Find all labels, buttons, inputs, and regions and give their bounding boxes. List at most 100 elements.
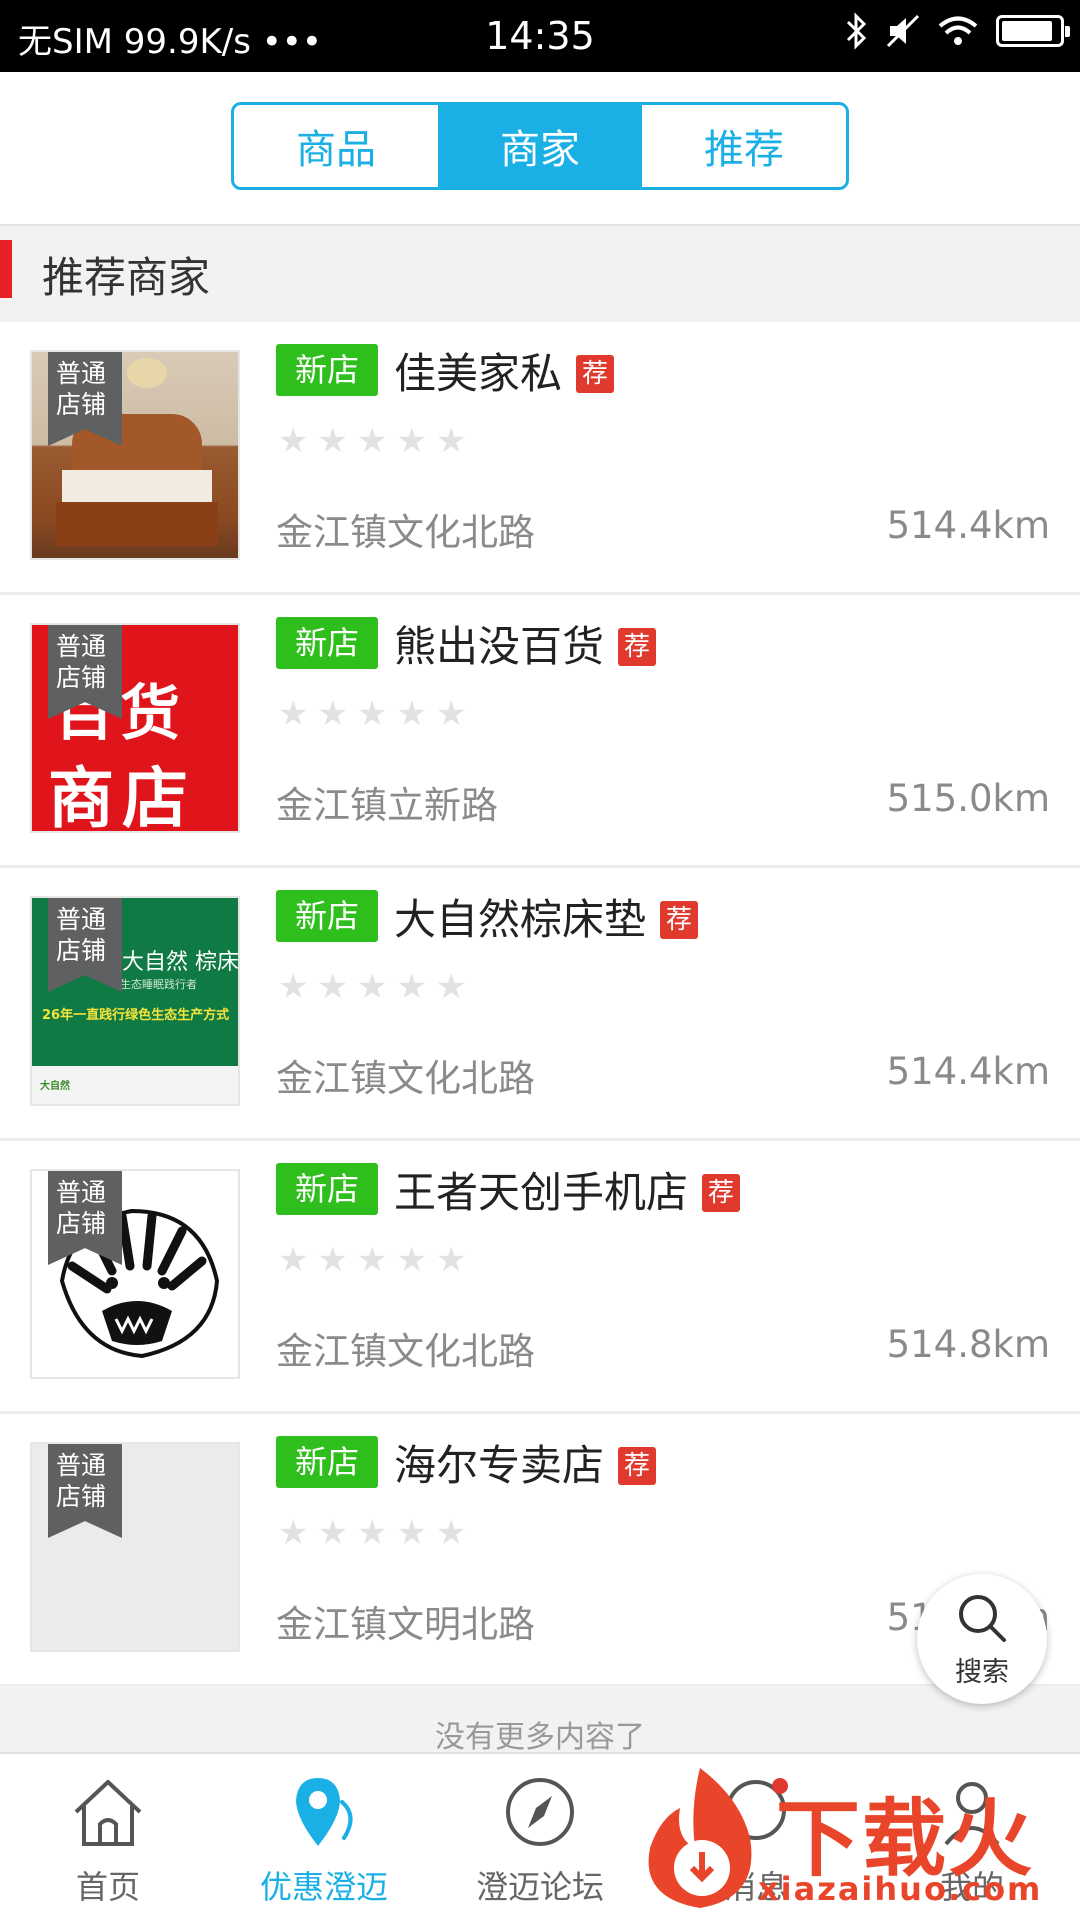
star-icon: ★ bbox=[317, 421, 348, 461]
store-item[interactable]: 普通 店铺 新店 王者天创手机店荐 ★ ★ ★ ★ ★ 金江镇文化北路 514.8km bbox=[0, 1141, 1080, 1414]
store-item[interactable]: 百货 商店 普通 店铺 新店 熊出没百货荐 ★★★★★ 金江镇立新路 515.0… bbox=[0, 595, 1080, 868]
store-name: 大自然棕床垫 bbox=[394, 895, 647, 944]
store-name-row: 熊出没百货荐 bbox=[394, 613, 657, 674]
star-icon: ★ bbox=[435, 1240, 467, 1280]
rating-stars: ★ ★ ★ ★ ★ bbox=[278, 1243, 466, 1277]
tab-goods[interactable]: 商品 bbox=[234, 105, 438, 187]
store-name: 熊出没百货 bbox=[394, 622, 605, 671]
mute-icon bbox=[886, 14, 920, 48]
store-name: 海尔专卖店 bbox=[394, 1441, 605, 1490]
home-icon bbox=[74, 1780, 142, 1846]
bottom-nav: 首页 优惠澄迈 澄迈论坛 消息 我的 bbox=[0, 1752, 1080, 1920]
ribbon-text: 店铺 bbox=[56, 936, 107, 965]
store-address: 金江镇文化北路 bbox=[276, 1057, 535, 1100]
search-icon bbox=[959, 1595, 1006, 1642]
star-icon: ★ bbox=[317, 967, 348, 1007]
segmented-control: 商品 商家 推荐 bbox=[231, 102, 849, 190]
nav-label: 首页 bbox=[75, 1868, 140, 1906]
ribbon-text: 店铺 bbox=[56, 663, 107, 692]
star-icon: ★ bbox=[435, 694, 467, 734]
new-store-badge: 新店 bbox=[276, 890, 378, 942]
rating-stars: ★ ★ ★ ★ ★ bbox=[278, 697, 466, 731]
ribbon-text: 店铺 bbox=[56, 1209, 107, 1238]
star-icon: ★ bbox=[278, 1240, 309, 1280]
nav-label: 澄迈论坛 bbox=[475, 1868, 604, 1906]
new-store-badge: 新店 bbox=[276, 1436, 378, 1488]
star-icon: ★ bbox=[317, 1513, 348, 1553]
ribbon-text: 普通 bbox=[56, 359, 107, 388]
store-thumbnail: 普通 店铺 bbox=[30, 1169, 240, 1379]
store-address: 金江镇立新路 bbox=[276, 784, 498, 827]
store-thumbnail: 普通 店铺 bbox=[30, 1442, 240, 1652]
ribbon-text: 普通 bbox=[56, 1178, 107, 1207]
star-icon: ★ bbox=[356, 967, 388, 1007]
star-icon: ★ bbox=[356, 1513, 388, 1553]
ribbon-text: 店铺 bbox=[56, 390, 107, 419]
star-icon: ★ bbox=[435, 967, 467, 1007]
nav-profile[interactable]: 我的 bbox=[864, 1754, 1080, 1920]
compass-icon bbox=[506, 1778, 574, 1846]
status-bar: 无SIM 99.9K/s ••• 14:35 bbox=[0, 0, 1080, 72]
section-marker bbox=[0, 240, 12, 298]
nav-label: 我的 bbox=[939, 1868, 1004, 1906]
search-label: 搜索 bbox=[955, 1657, 1009, 1688]
nav-label: 消息 bbox=[723, 1868, 788, 1906]
section-header: 推荐商家 bbox=[0, 224, 1080, 322]
star-icon: ★ bbox=[317, 1240, 348, 1280]
new-store-badge: 新店 bbox=[276, 344, 378, 396]
floating-search-button[interactable]: 搜索 bbox=[917, 1574, 1047, 1704]
star-icon: ★ bbox=[356, 694, 388, 734]
battery-fill bbox=[1002, 21, 1052, 41]
star-icon: ★ bbox=[356, 421, 388, 461]
status-icons bbox=[844, 12, 1070, 50]
section-title: 推荐商家 bbox=[42, 253, 211, 302]
list-end-text: 没有更多内容了 bbox=[0, 1686, 1080, 1752]
tab-recommend[interactable]: 推荐 bbox=[642, 105, 846, 187]
rating-stars: ★ ★ ★ ★ ★ bbox=[278, 970, 466, 1004]
store-address: 金江镇文化北路 bbox=[276, 1330, 535, 1373]
ribbon-text: 店铺 bbox=[56, 1482, 107, 1511]
store-address: 金江镇文化北路 bbox=[276, 511, 535, 554]
star-icon: ★ bbox=[396, 967, 427, 1007]
user-icon bbox=[944, 1782, 1000, 1846]
recommended-badge: 荐 bbox=[660, 901, 699, 939]
star-icon: ★ bbox=[278, 967, 309, 1007]
recommended-badge: 荐 bbox=[618, 628, 657, 666]
star-icon: ★ bbox=[435, 1513, 467, 1553]
store-thumbnail: 大自然 棕床垫 生态睡眠践行者 26年一直践行绿色生态生产方式 大自然 普通 店… bbox=[30, 896, 240, 1106]
recommended-badge: 荐 bbox=[702, 1174, 741, 1212]
store-name: 王者天创手机店 bbox=[394, 1168, 689, 1217]
ribbon-text: 普通 bbox=[56, 1451, 107, 1480]
star-icon: ★ bbox=[396, 1240, 427, 1280]
tab-merchants[interactable]: 商家 bbox=[438, 105, 642, 187]
rating-stars: ★ ★ ★ ★ ★ bbox=[278, 1516, 466, 1550]
store-list: 普通 店铺 新店 佳美家私荐 ★★★★★ 金江镇文化北路 514.4km 百货 … bbox=[0, 322, 1080, 1687]
new-store-badge: 新店 bbox=[276, 1163, 378, 1215]
star-icon: ★ bbox=[396, 694, 427, 734]
ribbon-text: 普通 bbox=[56, 632, 107, 661]
store-distance: 514.8km bbox=[886, 1323, 1050, 1366]
star-icon: ★ bbox=[396, 421, 427, 461]
bluetooth-icon bbox=[846, 12, 867, 50]
ribbon-text: 普通 bbox=[56, 905, 107, 934]
nav-discounts[interactable]: 优惠澄迈 bbox=[216, 1754, 432, 1920]
nav-home[interactable]: 首页 bbox=[0, 1754, 216, 1920]
nav-label: 优惠澄迈 bbox=[259, 1868, 388, 1906]
store-distance: 514.4km bbox=[886, 504, 1050, 547]
store-thumbnail: 普通 店铺 bbox=[30, 350, 240, 560]
store-name-row: 王者天创手机店荐 bbox=[394, 1159, 741, 1220]
star-icon: ★ bbox=[278, 421, 309, 461]
store-thumbnail: 百货 商店 普通 店铺 bbox=[30, 623, 240, 833]
store-type-ribbon: 普通 店铺 bbox=[48, 1444, 122, 1538]
store-name-row: 海尔专卖店荐 bbox=[394, 1432, 657, 1493]
store-item[interactable]: 普通 店铺 新店 佳美家私荐 ★ ★ ★ ★ ★ 金江镇文化北路 514.4km bbox=[0, 322, 1080, 595]
store-item[interactable]: 大自然 棕床垫 生态睡眠践行者 26年一直践行绿色生态生产方式 大自然 普通 店… bbox=[0, 868, 1080, 1141]
nav-forum[interactable]: 澄迈论坛 bbox=[432, 1754, 648, 1920]
store-distance: 514.4km bbox=[886, 1050, 1050, 1093]
nav-messages[interactable]: 消息 bbox=[648, 1754, 864, 1920]
store-address: 金江镇文明北路 bbox=[276, 1603, 535, 1646]
store-name: 佳美家私 bbox=[394, 349, 563, 398]
star-icon: ★ bbox=[356, 1240, 388, 1280]
star-icon: ★ bbox=[435, 421, 467, 461]
top-tabbar: 商品 商家 推荐 bbox=[0, 72, 1080, 224]
